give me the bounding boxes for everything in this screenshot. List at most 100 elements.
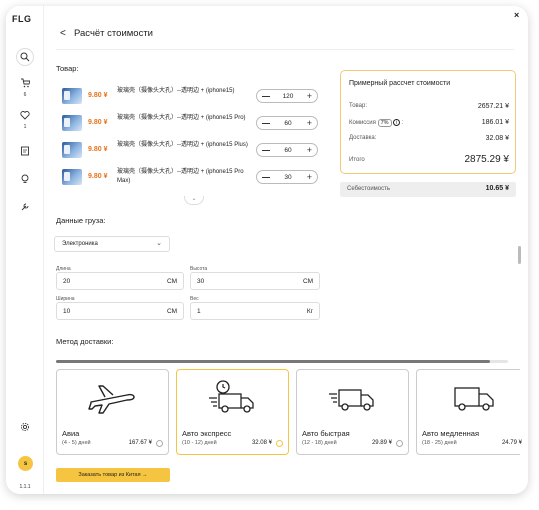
- chevron-down-icon: ⌄: [156, 240, 162, 247]
- avatar[interactable]: s: [18, 456, 33, 471]
- goods-label: Товар:: [349, 103, 367, 109]
- logo: FLG: [12, 14, 32, 24]
- sidebar: FLG 6 1 s 1.1.1: [6, 6, 44, 494]
- weight-field[interactable]: 1 Кг: [190, 302, 320, 320]
- cargo-label: Данные груза:: [56, 216, 106, 225]
- quantity-stepper: 60 +: [256, 143, 318, 157]
- airplane-icon: [88, 385, 135, 414]
- minus-button[interactable]: [262, 123, 270, 124]
- method-price: 32.08 ¥: [251, 440, 272, 446]
- weight-value: 1: [197, 308, 201, 315]
- method-price: 29.89 ¥: [371, 440, 392, 446]
- tools-icon[interactable]: [16, 198, 34, 216]
- method-days: (12 - 18) дней: [302, 440, 337, 446]
- order-from-china-button[interactable]: Заказать товар из Китая →: [56, 468, 170, 482]
- length-unit: СМ: [166, 278, 177, 285]
- length-value: 20: [63, 278, 71, 285]
- delivery-card-slow[interactable]: Авто медленная (18 - 25) дней 24.79 ¥: [416, 369, 522, 455]
- cost-label: Себестоимость: [347, 186, 391, 192]
- truck-icon: [454, 387, 494, 411]
- close-button[interactable]: ×: [514, 10, 519, 20]
- product-name: 玻璃壳（摄像头大孔）--透明边 + (iphone15 Pro): [117, 115, 246, 121]
- plus-button[interactable]: +: [307, 172, 312, 182]
- page-scrollbar[interactable]: [518, 246, 521, 264]
- product-price: 9.80 ¥: [88, 146, 108, 153]
- method-name: Авиа: [62, 429, 80, 438]
- quantity-value[interactable]: 30: [271, 174, 305, 181]
- commission-label: Комиссия: [349, 120, 376, 126]
- cost-summary-card: Примерный рассчет стоимости Товар: 2657.2…: [340, 70, 516, 174]
- commission-value: 186.01 ¥: [481, 119, 509, 126]
- height-field[interactable]: 30 СМ: [190, 272, 320, 290]
- delivery-card-air[interactable]: Авиа (4 - 5) дней 167.67 ¥: [56, 369, 169, 455]
- commission-rate-badge[interactable]: 7%: [377, 119, 392, 127]
- plus-button[interactable]: +: [307, 91, 312, 101]
- method-radio[interactable]: [276, 440, 283, 447]
- plus-button[interactable]: +: [307, 118, 312, 128]
- product-thumbnail: [62, 88, 82, 104]
- delivery-label: Доставка:: [349, 135, 377, 141]
- quantity-value[interactable]: 60: [271, 147, 305, 154]
- product-thumbnail: [62, 115, 82, 131]
- method-radio[interactable]: [396, 440, 403, 447]
- version-label: 1.1.1: [19, 484, 31, 490]
- length-field[interactable]: 20 СМ: [56, 272, 184, 290]
- product-price: 9.80 ¥: [88, 173, 108, 180]
- lightbulb-icon[interactable]: [16, 170, 34, 188]
- product-thumbnail: [62, 169, 82, 185]
- delivery-card-fast[interactable]: Авто быстрая (12 - 18) дней 29.89 ¥: [296, 369, 409, 455]
- quantity-stepper: 120 +: [256, 89, 318, 103]
- method-name: Авто экспресс: [182, 429, 232, 438]
- minus-button[interactable]: [262, 150, 270, 151]
- settings-icon[interactable]: [16, 418, 34, 436]
- cart-count: 6: [23, 92, 27, 98]
- delivery-value: 32.08 ¥: [485, 135, 509, 142]
- width-unit: СМ: [166, 308, 177, 315]
- product-name: 玻璃壳（摄像头大孔）--透明边 + (iphone15 Pro Max): [117, 169, 244, 184]
- product-thumbnail: [62, 142, 82, 158]
- summary-total-row: Итого 2875.29 ¥: [349, 154, 509, 165]
- category-value: Электроника: [62, 241, 98, 247]
- expand-products-chevron-icon[interactable]: ⌄: [184, 196, 204, 205]
- back-button[interactable]: <: [60, 28, 66, 39]
- scrollbar-thumb[interactable]: [56, 360, 490, 363]
- express-truck-icon: [209, 380, 254, 413]
- delivery-card-express[interactable]: Авто экспресс (10 - 12) дней 32.08 ¥: [176, 369, 289, 455]
- heart-icon[interactable]: [16, 106, 34, 124]
- minus-button[interactable]: [262, 96, 270, 97]
- summary-commission-row: Комиссия 7% i :186.01 ¥: [349, 119, 509, 127]
- quantity-value[interactable]: 60: [271, 120, 305, 127]
- fast-truck-icon: [329, 389, 374, 411]
- goods-value: 2657.21 ¥: [477, 103, 509, 110]
- method-name: Авто медленная: [422, 429, 480, 438]
- delivery-label: Метод доставки:: [56, 337, 114, 346]
- quantity-value[interactable]: 120: [271, 93, 305, 100]
- products-label: Товар:: [56, 64, 79, 73]
- height-unit: СМ: [302, 278, 313, 285]
- cost-price-bar: Себестоимость 10.65 ¥: [340, 182, 516, 197]
- page-title: Расчёт стоимости: [74, 28, 153, 39]
- delivery-scrollbar[interactable]: [56, 360, 508, 363]
- method-days: (10 - 12) дней: [182, 440, 217, 446]
- cost-value: 10.65 ¥: [485, 185, 509, 192]
- quantity-stepper: 60 +: [256, 116, 318, 130]
- search-icon[interactable]: [16, 48, 34, 66]
- width-field[interactable]: 10 СМ: [56, 302, 184, 320]
- document-icon[interactable]: [16, 142, 34, 160]
- category-select[interactable]: Электроника ⌄: [54, 236, 170, 252]
- product-name: 玻璃壳（摄像头大孔）--透明边 + (iphone15 Plus): [117, 142, 248, 148]
- total-label: Итого: [349, 157, 365, 163]
- summary-delivery-row: Доставка: 32.08 ¥: [349, 135, 509, 142]
- quantity-stepper: 30 +: [256, 170, 318, 184]
- app-window: FLG 6 1 s 1.1.1 × < Расчёт стоимости Тов…: [6, 6, 528, 494]
- method-price: 167.67 ¥: [128, 440, 152, 446]
- method-days: (4 - 5) дней: [62, 440, 91, 446]
- summary-title: Примерный рассчет стоимости: [349, 80, 451, 87]
- product-row: 9.80 ¥ 玻璃壳（摄像头大孔）--透明边 + (iphone15 Plus)…: [56, 138, 328, 163]
- plus-button[interactable]: +: [307, 145, 312, 155]
- height-value: 30: [197, 278, 205, 285]
- method-radio[interactable]: [156, 440, 163, 447]
- cart-icon[interactable]: [16, 74, 34, 92]
- info-icon[interactable]: i: [393, 119, 401, 126]
- minus-button[interactable]: [262, 177, 270, 178]
